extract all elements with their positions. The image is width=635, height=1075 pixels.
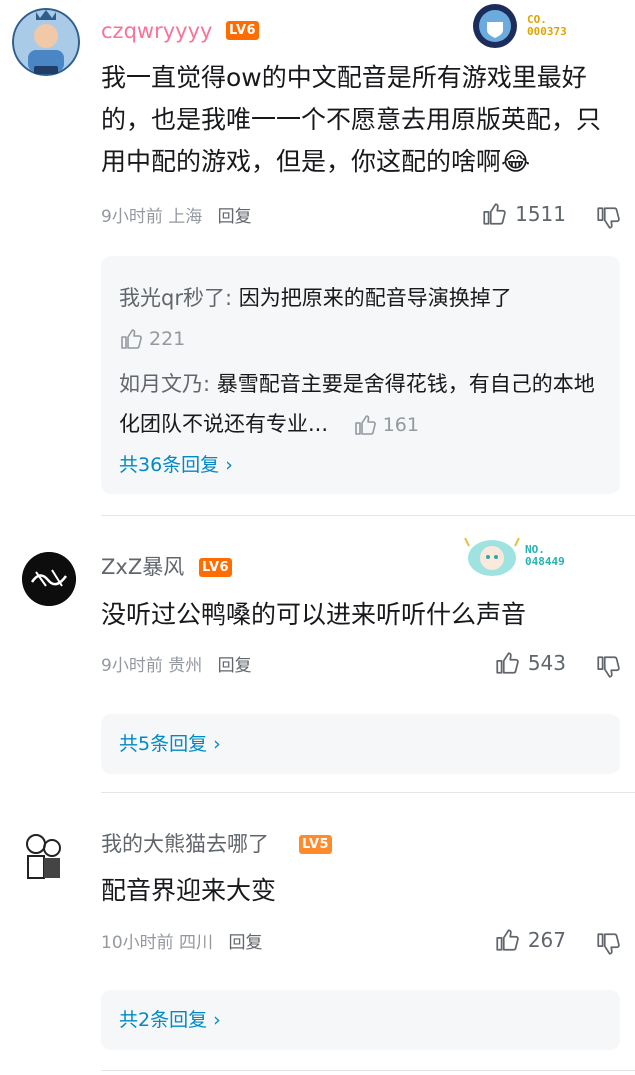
- sub-reply-box: 我光qr秒了: 因为把原来的配音导演换掉了 221 如月文乃: 暴雪配音主要是舍…: [101, 256, 620, 494]
- reply-button[interactable]: 回复: [218, 207, 252, 227]
- thumb-down-icon[interactable]: [595, 205, 621, 231]
- view-more-replies[interactable]: 共5条回复 ›: [119, 731, 221, 757]
- time-location: 9小时前 上海: [101, 207, 203, 227]
- medal-number: 000373: [527, 25, 567, 38]
- view-more-replies[interactable]: 共36条回复 ›: [119, 452, 233, 478]
- level-badge: LV6: [226, 21, 260, 40]
- level-badge: LV6: [199, 558, 233, 577]
- sub-reply-user[interactable]: 我光qr秒了:: [119, 286, 232, 310]
- sub-reply-text: 因为把原来的配音导演换掉了: [232, 286, 512, 310]
- anime-character-icon: [464, 537, 520, 576]
- reply-button[interactable]: 回复: [218, 656, 252, 676]
- like-count: 1511: [515, 202, 566, 226]
- level-badge: LV5: [299, 835, 333, 854]
- chevron-right-icon: ›: [213, 733, 221, 755]
- thumb-up-icon: [119, 327, 143, 351]
- thumb-down-icon[interactable]: [595, 654, 621, 680]
- comment-1: czqwryyyy LV6 CO. 000373 我一直觉得ow的中文配音是所有…: [0, 0, 635, 510]
- divider: [101, 515, 635, 516]
- sub-like-button[interactable]: 221: [119, 319, 185, 359]
- sub-reply-box: 共2条回复 ›: [101, 990, 620, 1050]
- time-location: 10小时前 四川: [101, 933, 214, 953]
- avatar[interactable]: [20, 830, 66, 886]
- more-replies-label: 共2条回复: [119, 1009, 208, 1031]
- sub-reply-2[interactable]: 如月文乃: 暴雪配音主要是舍得花钱，有自己的本地化团队不说还有专业... 161: [119, 364, 602, 445]
- avatar-image: [22, 552, 76, 606]
- username[interactable]: ZxZ暴风: [101, 554, 184, 580]
- divider: [101, 1070, 635, 1071]
- thumb-up-icon: [494, 650, 520, 676]
- more-replies-label: 共5条回复: [119, 733, 208, 755]
- avatar-image: [12, 8, 80, 76]
- time-location: 9小时前 贵州: [101, 656, 203, 676]
- sub-like-count: 221: [149, 328, 186, 350]
- comment-meta: 9小时前 贵州 回复: [101, 654, 252, 678]
- view-more-replies[interactable]: 共2条回复 ›: [119, 1007, 221, 1033]
- more-replies-label: 共36条回复: [119, 454, 220, 476]
- like-count: 267: [527, 928, 566, 952]
- comment-2: ZxZ暴风 LV6 NO. 048449 没听过公鸭嗓的可以进来听听什么声音 9…: [0, 520, 635, 790]
- comment-meta: 9小时前 上海 回复: [101, 205, 252, 229]
- comment-meta: 10小时前 四川 回复: [101, 931, 262, 955]
- sub-reply-box: 共5条回复 ›: [101, 714, 620, 774]
- comment-3: 我的大熊猫去哪了 LV5 配音界迎来大变 10小时前 四川 回复 267 共2条…: [0, 800, 635, 1070]
- sub-reply-1-like-row: 221: [119, 318, 602, 359]
- like-button[interactable]: 1511: [481, 201, 566, 227]
- fan-medal[interactable]: CO. 000373: [471, 2, 567, 50]
- sub-like-button[interactable]: 161: [353, 405, 419, 445]
- divider: [101, 792, 635, 793]
- sub-reply-user[interactable]: 如月文乃:: [119, 372, 210, 396]
- thumb-up-icon: [494, 927, 520, 953]
- like-button[interactable]: 543: [494, 650, 566, 676]
- reply-button[interactable]: 回复: [228, 933, 262, 953]
- medal-number: 048449: [525, 555, 565, 568]
- avatar[interactable]: [12, 8, 80, 76]
- username[interactable]: 我的大熊猫去哪了: [101, 831, 269, 857]
- like-count: 543: [527, 651, 566, 675]
- sub-reply-1[interactable]: 我光qr秒了: 因为把原来的配音导演换掉了: [119, 278, 602, 318]
- club-crest-icon: [473, 4, 517, 48]
- avatar[interactable]: [22, 552, 76, 606]
- comment-text: 配音界迎来大变: [101, 876, 277, 905]
- like-button[interactable]: 267: [494, 927, 566, 953]
- thumb-up-icon: [353, 413, 377, 437]
- chevron-right-icon: ›: [225, 454, 233, 476]
- comment-text: 我一直觉得ow的中文配音是所有游戏里最好的，也是我唯一一个不愿意去用原版英配，只…: [101, 63, 602, 176]
- sub-like-count: 161: [382, 414, 419, 436]
- comment-text: 没听过公鸭嗓的可以进来听听什么声音: [101, 600, 527, 629]
- thumb-up-icon: [481, 201, 507, 227]
- username[interactable]: czqwryyyy: [101, 18, 212, 44]
- avatar-image: [26, 834, 61, 879]
- fan-medal[interactable]: NO. 048449: [463, 532, 565, 580]
- chevron-right-icon: ›: [213, 1009, 221, 1031]
- thumb-down-icon[interactable]: [595, 931, 621, 957]
